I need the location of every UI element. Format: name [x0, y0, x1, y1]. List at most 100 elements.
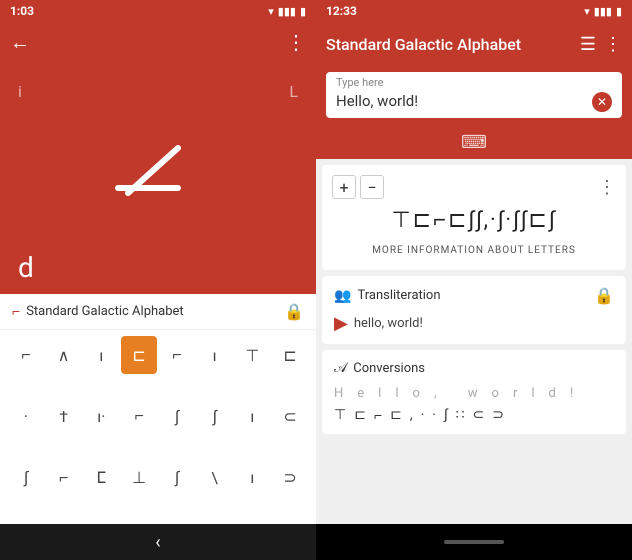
key-4-highlighted[interactable]: ⊏ [121, 336, 157, 374]
transliteration-icon: 👥 [334, 288, 351, 304]
conversion-latin-o: o [413, 386, 426, 401]
input-box[interactable]: Type here Hello, world! ✕ [326, 72, 622, 118]
left-top-bar: ← ⋮ [0, 22, 316, 62]
conversion-latin-o2: o [492, 386, 505, 401]
right-wifi-icon: ▾ [584, 5, 590, 18]
left-wifi-icon: ▾ [268, 5, 274, 18]
conversions-label: 𝒜 Conversions [334, 360, 614, 376]
left-letter-d: d [18, 251, 34, 284]
zoom-in-button[interactable]: + [332, 175, 356, 199]
keyboard-lock-icon: 🔒 [284, 302, 304, 321]
conversion-latin-H: H [334, 386, 349, 401]
left-main-display: i L d [0, 62, 316, 294]
input-clear-button[interactable]: ✕ [592, 92, 612, 112]
galactic-colon: ∷ [456, 407, 469, 424]
key-12[interactable]: ⌐ [121, 397, 157, 435]
key-8[interactable]: ⊏ [272, 336, 308, 374]
key-24[interactable]: ⊃ [272, 459, 308, 497]
right-top-bar: Standard Galactic Alphabet ☰ ⋮ [316, 22, 632, 66]
galactic-E: ⊏ [354, 407, 370, 424]
right-title: Standard Galactic Alphabet [326, 35, 580, 54]
galactic-text-display: ⊤⊏⌐⊏∫∫,·∫·∫∫⊏∫ [392, 207, 557, 233]
conversion-latin-comma: , [434, 386, 443, 401]
key-9[interactable]: · [8, 397, 44, 435]
conversions-card: 𝒜 Conversions H e l l o , w o r l d ! ⊤ … [322, 350, 626, 434]
top-bar-icons: ☰ ⋮ [580, 34, 622, 55]
menu-button[interactable]: ⋮ [286, 30, 306, 54]
key-7[interactable]: ⊤ [235, 336, 271, 374]
input-placeholder: Type here [336, 76, 383, 89]
galactic-V: ∫ [444, 407, 452, 424]
conversion-latin-l1: l [378, 386, 387, 401]
left-signal-icon: ▮▮▮ [278, 5, 296, 18]
left-letter-L: L [289, 82, 298, 101]
right-status-bar: 12:33 ▾ ▮▮▮ ▮ [316, 0, 632, 22]
keyboard-header-symbol: ⌐ [12, 303, 20, 320]
transliteration-label: 👥 Transliteration [334, 288, 441, 304]
key-14[interactable]: ∫ [197, 397, 233, 435]
symbol-display-card: + − ⋮ ⊤⊏⌐⊏∫∫,·∫·∫∫⊏∫ MORE INFORMATION AB… [322, 165, 626, 270]
galactic-lt: ⊂ [472, 407, 488, 424]
right-content: + − ⋮ ⊤⊏⌐⊏∫∫,·∫·∫∫⊏∫ MORE INFORMATION AB… [316, 159, 632, 524]
key-15[interactable]: ı [235, 397, 271, 435]
key-21[interactable]: ∫ [159, 459, 195, 497]
right-panel: 12:33 ▾ ▮▮▮ ▮ Standard Galactic Alphabet… [316, 0, 632, 560]
play-icon: ▶ [334, 313, 348, 334]
conversions-label-text: Conversions [353, 361, 425, 376]
conversion-latin-l3: l [531, 386, 540, 401]
key-17[interactable]: ∫ [8, 459, 44, 497]
key-5[interactable]: ⌐ [159, 336, 195, 374]
conversion-latin-w: w [468, 386, 484, 401]
key-3[interactable]: ı [84, 336, 120, 374]
left-nav-chevron[interactable]: ‹ [155, 532, 160, 553]
keyboard-header-title: Standard Galactic Alphabet [26, 304, 278, 319]
symbol-card-menu[interactable]: ⋮ [598, 177, 616, 198]
key-19[interactable]: ⵎ [84, 459, 120, 497]
overflow-menu-icon[interactable]: ⋮ [604, 34, 622, 55]
conversions-icon: 𝒜 [334, 360, 347, 376]
play-button[interactable]: ▶ hello, world! [334, 313, 614, 334]
zoom-controls: + − [332, 175, 384, 199]
keyboard-grid: ⌐ ∧ ı ⊏ ⌐ ı ⊤ ⊏ · † ı· ⌐ ∫ ∫ ı ⊂ ∫ ⌐ ⵎ ⊥… [0, 330, 316, 524]
key-2[interactable]: ∧ [46, 336, 82, 374]
home-indicator[interactable] [444, 540, 504, 544]
left-keyboard-panel: ⌐ Standard Galactic Alphabet 🔒 ⌐ ∧ ı ⊏ ⌐… [0, 294, 316, 524]
galactic-dot2: · [432, 407, 440, 424]
back-button[interactable]: ← [10, 30, 30, 55]
right-status-icons: ▾ ▮▮▮ ▮ [584, 5, 622, 18]
key-16[interactable]: ⊂ [272, 397, 308, 435]
transliteration-lock-icon: 🔒 [594, 286, 614, 305]
galactic-dot: · [421, 407, 429, 424]
more-info-button[interactable]: MORE INFORMATION ABOUT LETTERS [372, 241, 576, 260]
conversion-latin-d: d [549, 386, 562, 401]
key-11[interactable]: ı· [84, 397, 120, 435]
right-status-time: 12:33 [326, 4, 357, 18]
key-1[interactable]: ⌐ [8, 336, 44, 374]
key-13[interactable]: ∫ [159, 397, 195, 435]
key-6[interactable]: ı [197, 336, 233, 374]
zoom-out-button[interactable]: − [360, 175, 384, 199]
galactic-rt: ⊃ [492, 407, 508, 424]
conversion-latin-space [451, 386, 460, 401]
galactic-T: ⊤ [334, 407, 350, 424]
key-23[interactable]: ı [235, 459, 271, 497]
key-20[interactable]: ⊥ [121, 459, 157, 497]
conversion-galactic-row: ⊤ ⊏ ⌐ ⊏ , · · ∫ ∷ ⊂ ⊃ [334, 407, 614, 424]
keyboard-toggle-icon[interactable]: ⌨ [461, 132, 487, 153]
input-area: Type here Hello, world! ✕ [316, 66, 632, 132]
list-icon[interactable]: ☰ [580, 34, 596, 55]
right-bottom-nav [316, 524, 632, 560]
main-galactic-symbol [98, 138, 218, 218]
keyboard-header: ⌐ Standard Galactic Alphabet 🔒 [0, 294, 316, 330]
key-10[interactable]: † [46, 397, 82, 435]
right-signal-icon: ▮▮▮ [594, 5, 612, 18]
play-text: hello, world! [354, 316, 423, 331]
conversion-latin-e: e [357, 386, 370, 401]
key-18[interactable]: ⌐ [46, 459, 82, 497]
conversion-latin-r: r [513, 386, 523, 401]
keyboard-icon-bar: ⌨ [316, 132, 632, 159]
left-bottom-nav: ‹ [0, 524, 316, 560]
galactic-L2: ⊏ [390, 407, 406, 424]
key-22[interactable]: \ [197, 459, 233, 497]
conversion-latin-row: H e l l o , w o r l d ! [334, 386, 614, 401]
